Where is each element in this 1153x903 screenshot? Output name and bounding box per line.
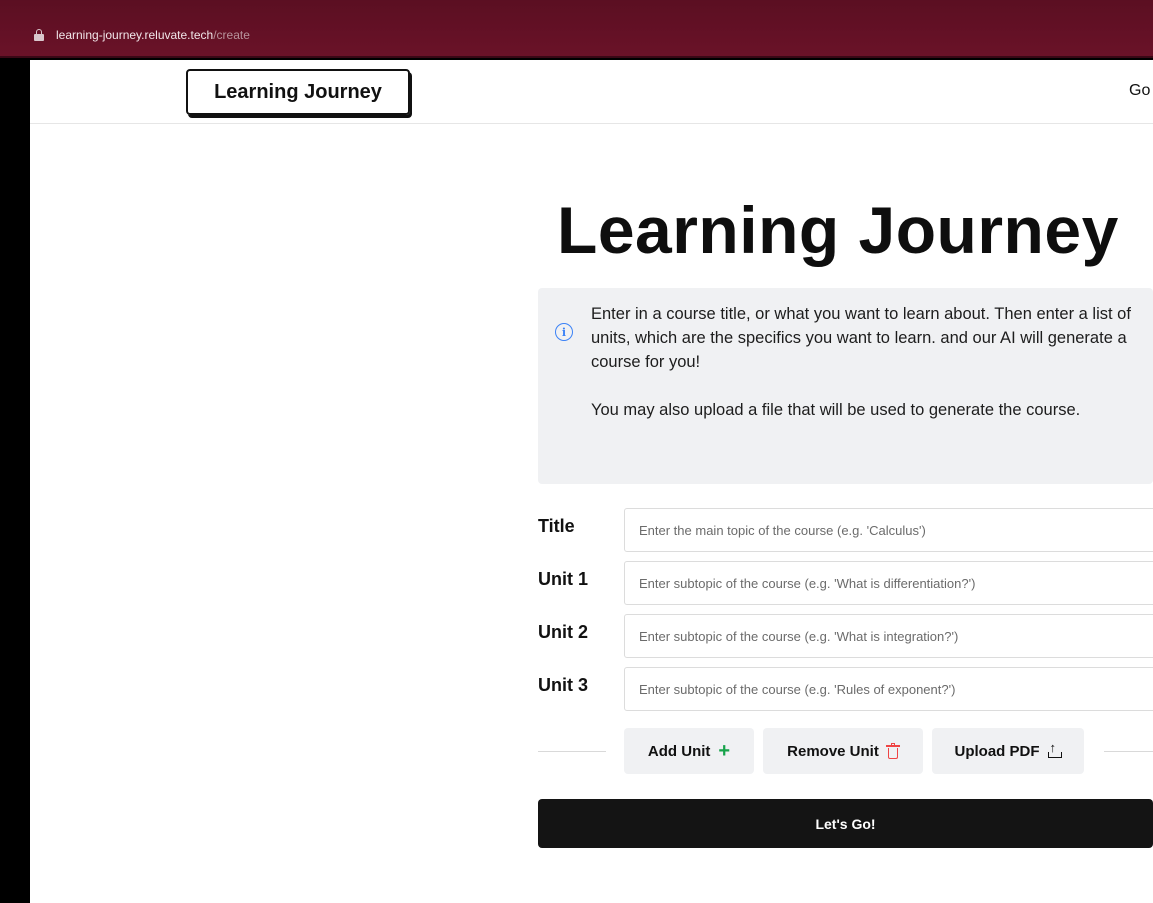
title-label: Title <box>538 516 575 536</box>
info-alert: i Enter in a course title, or what you w… <box>538 288 1153 484</box>
remove-unit-label: Remove Unit <box>787 742 879 760</box>
unit-2-row: Unit 2 <box>538 614 1153 658</box>
divider-right <box>1104 751 1153 752</box>
url-host: learning-journey.reluvate.tech <box>56 28 214 42</box>
unit-1-input[interactable] <box>624 561 1153 605</box>
trash-icon <box>885 742 900 759</box>
info-paragraph-2: You may also upload a file that will be … <box>591 401 1081 419</box>
unit-3-input[interactable] <box>624 667 1153 711</box>
browser-address-bar[interactable]: learning-journey.reluvate.tech/create <box>0 0 1153 58</box>
url-row[interactable]: learning-journey.reluvate.tech/create <box>34 26 250 44</box>
unit-2-input[interactable] <box>624 614 1153 658</box>
lets-go-button[interactable]: Let's Go! <box>538 799 1153 848</box>
info-paragraph-1: Enter in a course title, or what you wan… <box>591 305 1131 371</box>
unit-1-label: Unit 1 <box>538 569 589 589</box>
upload-pdf-label: Upload PDF <box>954 742 1040 760</box>
page-title: Learning Journey <box>557 193 1119 267</box>
url-path: /create <box>213 28 250 42</box>
info-text: Enter in a course title, or what you wan… <box>591 302 1153 422</box>
unit-1-row: Unit 1 <box>538 561 1153 605</box>
upload-icon: ↑ <box>1047 741 1062 758</box>
unit-3-label: Unit 3 <box>538 675 589 695</box>
remove-unit-button[interactable]: Remove Unit <box>763 728 923 774</box>
title-input[interactable] <box>624 508 1153 552</box>
logo-link[interactable]: Learning Journey <box>186 69 410 115</box>
add-unit-button[interactable]: Add Unit + <box>624 728 754 774</box>
nav-link[interactable]: Go <box>1129 82 1150 100</box>
plus-icon: + <box>718 740 731 762</box>
lock-icon <box>34 29 44 41</box>
page-viewport: Learning Journey Go Learning Journey i E… <box>30 60 1153 903</box>
upload-pdf-button[interactable]: Upload PDF ↑ <box>932 728 1084 774</box>
divider-left <box>538 751 606 752</box>
title-row: Title <box>538 508 1153 552</box>
navbar: Learning Journey Go <box>30 60 1153 124</box>
add-unit-label: Add Unit <box>647 742 711 760</box>
unit-3-row: Unit 3 <box>538 667 1153 711</box>
unit-2-label: Unit 2 <box>538 622 589 642</box>
info-icon: i <box>555 323 573 341</box>
